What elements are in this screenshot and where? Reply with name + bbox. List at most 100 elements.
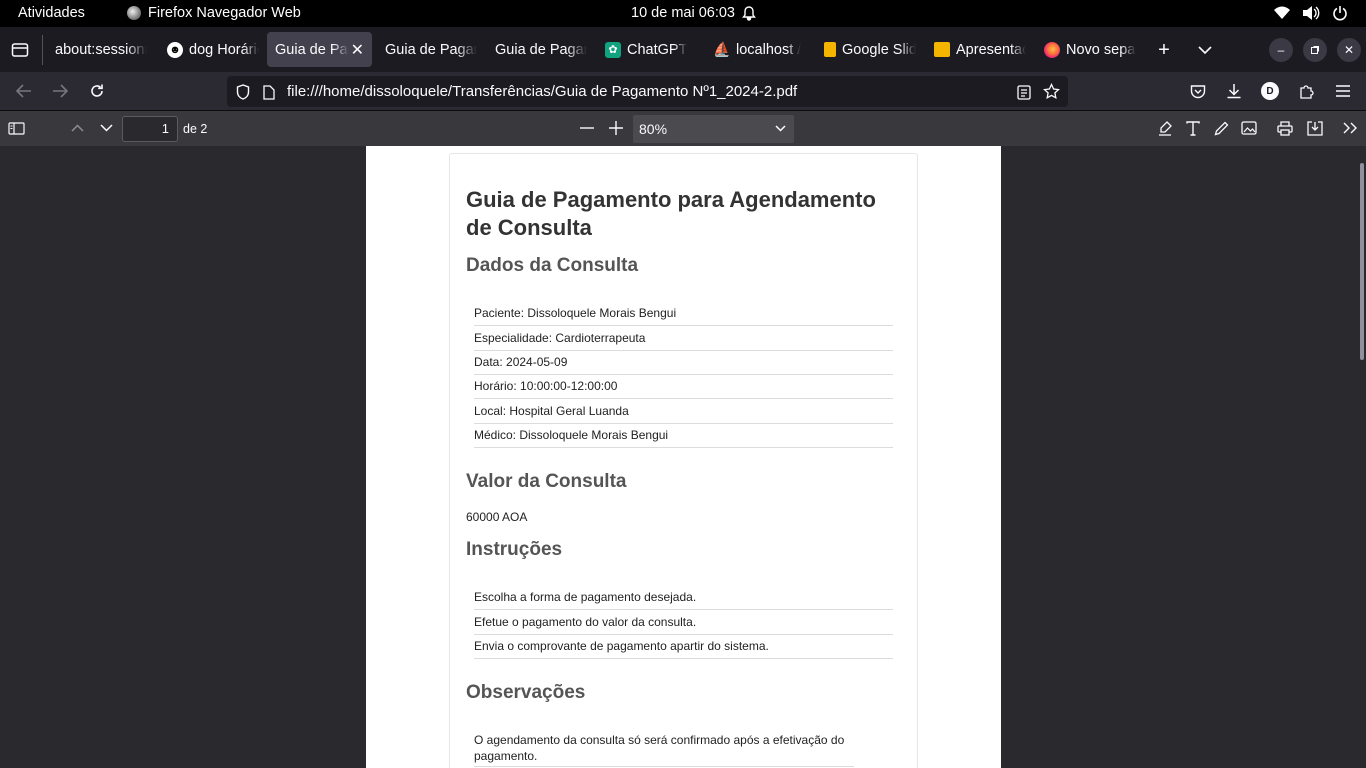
hamburger-menu-icon [1336,85,1350,97]
back-button[interactable] [13,81,35,101]
page-number-input[interactable]: 1 [122,116,178,142]
reader-view-icon [1017,84,1031,100]
tab-guia-de-pagamento-active[interactable]: Guia de Pagamento ✕ [267,32,372,67]
tab-chatgpt[interactable]: ✿ ChatGPT [597,32,702,67]
power-icon [1333,6,1347,21]
previous-page-button[interactable] [67,119,87,137]
highlighter-icon [1159,121,1172,136]
add-image-button[interactable] [1239,119,1259,137]
star-icon [1043,83,1060,100]
dados-row: Local: Hospital Geral Luanda [474,399,893,424]
system-tray[interactable] [1274,5,1348,21]
app-name: Firefox Navegador Web [148,5,301,21]
phpmyadmin-icon: ⛵ [713,41,731,57]
arrow-left-icon [16,84,31,98]
zoom-out-button[interactable] [577,119,597,137]
chevron-up-icon [70,124,84,132]
dados-row: Paciente: Dissoloquele Morais Bengui [474,301,893,326]
section-dados-heading: Dados da Consulta [466,255,639,276]
activities-button[interactable]: Atividades [18,5,85,21]
tab-google-slides[interactable]: Google Slides [816,32,916,67]
puzzle-icon [1300,85,1314,99]
dados-row: Especialidade: Cardioterrapeuta [474,326,893,351]
document-title: Guia de Pagamento para Agendamento de Co… [466,187,876,240]
tab-label: localhost / [736,41,802,58]
restore-button[interactable] [1303,38,1327,62]
observacao-row: O agendamento da consulta só será confir… [474,727,854,767]
highlight-button[interactable] [1155,119,1175,137]
tab-label: Guia de Pagamento [495,41,587,58]
section-instrucoes-heading: Instruções [466,539,563,560]
document-card: Guia de Pagamento para Agendamento de Co… [449,153,918,768]
forward-button[interactable] [49,81,71,101]
zoom-in-button[interactable] [606,119,626,137]
tab-novo-separador[interactable]: Novo separador [1036,32,1136,67]
alien-icon: ☻ [167,41,183,58]
arrow-right-icon [53,84,68,98]
navigation-toolbar: file:///home/dissoloquele/Transferências… [0,72,1366,110]
list-all-tabs-button[interactable] [1194,39,1216,61]
clock[interactable]: 10 de mai 06:03 [631,5,757,21]
file-page-icon [261,83,277,101]
bell-icon [742,6,756,21]
tab-guia-de-pagamento-2[interactable]: Guia de Pagamento [377,32,477,67]
extensions-button[interactable] [1297,81,1317,101]
chevron-down-icon [99,124,113,132]
new-tab-button[interactable]: + [1153,39,1175,61]
zoom-select[interactable]: 80% [633,115,794,143]
downloads-button[interactable] [1224,81,1244,101]
sidebar-toggle-button[interactable] [6,119,26,137]
chevron-down-icon [775,125,786,132]
save-download-icon [1307,120,1323,136]
firefox-view-icon[interactable] [10,40,30,60]
app-menu-button[interactable] [1333,81,1353,101]
pdf-toolbar: 1 de 2 80% [0,110,1366,146]
save-button[interactable] [1305,119,1325,137]
app-menu[interactable]: Firefox Navegador Web [127,5,301,21]
instrucao-row: Envia o comprovante de pagamento apartir… [474,634,893,659]
tab-about-sessionrestore[interactable]: about:sessionrestore [47,32,147,67]
instrucao-row: Escolha a forma de pagamento desejada. [474,585,893,610]
tab-dog-horario[interactable]: ☻ dog Horário [159,32,259,67]
dados-row: Horário: 10:00:00-12:00:00 [474,374,893,399]
valor-text: 60000 AOA [466,510,528,524]
text-icon [1186,120,1200,136]
pocket-button[interactable] [1188,81,1208,101]
volume-icon [1303,6,1320,20]
tab-guia-de-pagamento-3[interactable]: Guia de Pagamento [487,32,587,67]
next-page-button[interactable] [96,119,116,137]
account-avatar[interactable]: D [1261,82,1279,100]
minimize-button[interactable]: – [1269,38,1293,62]
pocket-icon [1190,84,1206,98]
print-button[interactable] [1275,119,1295,137]
pdf-viewer[interactable]: Guia de Pagamento para Agendamento de Co… [0,146,1366,768]
system-top-bar: Atividades Firefox Navegador Web 10 de m… [0,0,1366,27]
page-count-label: de 2 [183,122,208,136]
text-annotation-button[interactable] [1183,119,1203,137]
tab-apresentacao[interactable]: Apresentação [926,32,1026,67]
draw-button[interactable] [1211,119,1231,137]
tab-localhost[interactable]: ⛵ localhost / [706,32,806,67]
printer-icon [1277,120,1293,136]
close-window-button[interactable]: ✕ [1337,38,1361,62]
slides-icon [934,42,950,57]
site-info-shield-icon[interactable] [234,83,252,101]
reload-button[interactable] [86,81,108,101]
tab-label: dog Horário [189,41,259,58]
section-valor-heading: Valor da Consulta [466,471,627,492]
image-icon [1241,121,1257,135]
bookmark-star-button[interactable] [1042,82,1061,101]
minimize-icon: – [1277,43,1285,57]
reader-view-button[interactable] [1015,83,1033,101]
plus-icon [609,121,623,135]
double-chevron-right-icon [1343,122,1357,134]
close-icon[interactable]: ✕ [351,40,364,60]
vertical-scrollbar[interactable] [1360,163,1364,360]
google-slides-icon [824,42,836,57]
pencil-icon [1214,121,1228,135]
minus-icon [580,127,594,129]
download-icon [1227,84,1241,99]
url-bar[interactable]: file:///home/dissoloquele/Transferências… [227,76,1068,107]
tools-overflow-button[interactable] [1340,119,1360,137]
firefox-icon [127,6,141,20]
